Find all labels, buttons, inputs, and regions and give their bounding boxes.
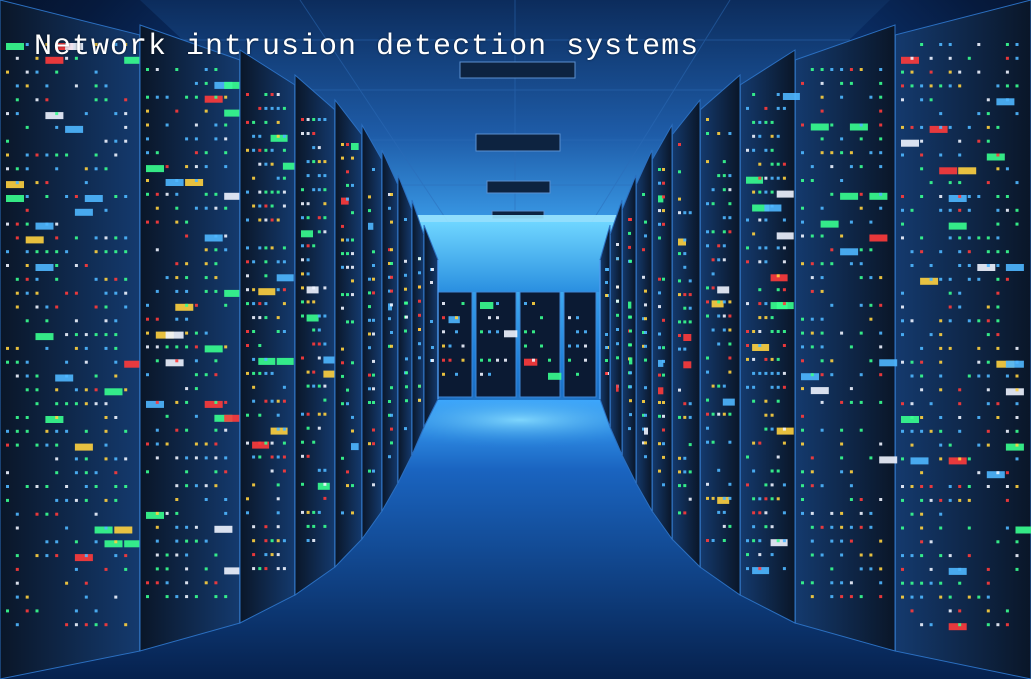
back-server-racks: [437, 291, 597, 398]
page-title: Network intrusion detection systems: [34, 30, 700, 64]
data-center-photo: Network intrusion detection systems: [0, 0, 1031, 679]
server-room-illustration: [0, 0, 1031, 679]
